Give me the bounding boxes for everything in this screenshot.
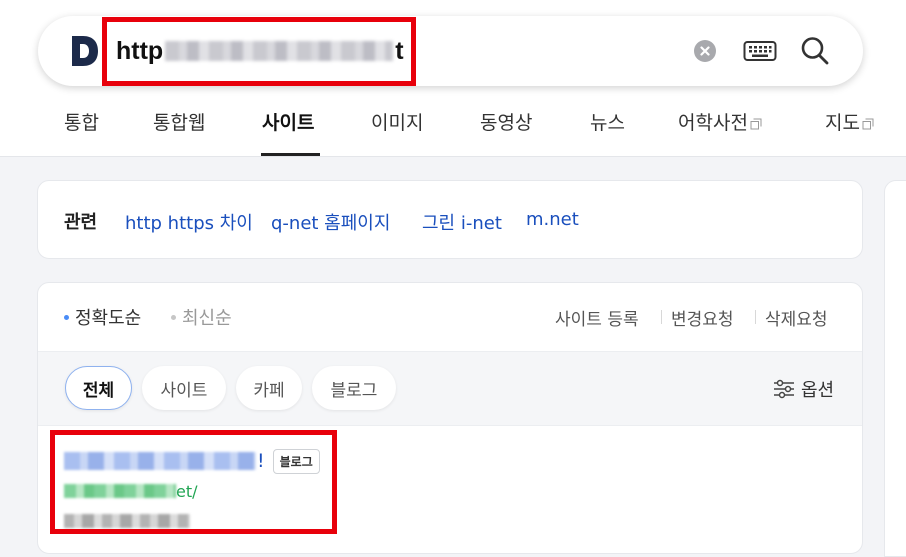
search-icon[interactable] <box>800 35 830 67</box>
keyboard-icon[interactable] <box>743 40 777 62</box>
result-url[interactable]: et/ <box>64 480 198 502</box>
keyboard-glyph <box>743 41 777 61</box>
clear-icon[interactable] <box>694 40 716 62</box>
close-icon <box>700 46 710 56</box>
sort-row: 정확도순 최신순 사이트 등록 변경요청 삭제요청 <box>38 283 862 351</box>
chip-all[interactable]: 전체 <box>65 366 132 410</box>
filter-row: 전체 사이트 카페 블로그 옵션 <box>38 351 862 426</box>
related-link[interactable]: m.net <box>526 209 579 230</box>
related-searches-card: 관련 http https 차이 q-net 홈페이지 그린 i-net m.n… <box>37 180 863 259</box>
delete-request-link[interactable]: 삭제요청 <box>765 305 828 330</box>
result-url-end: et/ <box>176 481 198 501</box>
tab-map-label: 지도 <box>825 112 860 134</box>
site-register-link[interactable]: 사이트 등록 <box>555 305 639 330</box>
sort-recent-label: 최신순 <box>182 308 232 329</box>
query-prefix: http <box>116 36 164 65</box>
tab-integrated[interactable]: 통합 <box>64 108 99 135</box>
results-card: 정확도순 최신순 사이트 등록 변경요청 삭제요청 전체 사이트 카페 블로그 … <box>37 282 863 554</box>
tab-videos[interactable]: 동영상 <box>480 108 532 135</box>
query-suffix: t <box>395 36 404 65</box>
external-window-icon <box>862 118 874 130</box>
related-link[interactable]: q-net 홈페이지 <box>271 209 390 235</box>
external-window-icon <box>750 118 762 130</box>
redacted-url-text <box>64 484 176 498</box>
chip-cafe[interactable]: 카페 <box>236 366 302 410</box>
tab-integrated-web[interactable]: 통합웹 <box>153 108 205 135</box>
result-description <box>64 510 190 532</box>
active-dot <box>64 315 69 320</box>
daum-logo-icon <box>72 36 98 66</box>
redacted-description-text <box>64 514 190 528</box>
chip-blog[interactable]: 블로그 <box>312 366 396 410</box>
tab-images[interactable]: 이미지 <box>371 108 423 135</box>
blog-badge: 블로그 <box>272 448 320 474</box>
redacted-title-text <box>64 452 256 470</box>
options-sliders-icon <box>774 379 794 399</box>
result-title-end: ! <box>257 450 265 472</box>
tab-map[interactable]: 지도 <box>825 108 874 135</box>
active-tab-indicator <box>261 153 320 156</box>
related-label: 관련 <box>64 212 98 233</box>
change-request-link[interactable]: 변경요청 <box>671 305 734 330</box>
top-bar: http t 통합 통합웹 사이트 이미지 동영상 뉴스 어학사전 지도 <box>0 0 906 157</box>
redacted-query-text <box>165 41 394 61</box>
daum-logo[interactable] <box>68 34 100 68</box>
divider <box>755 310 756 324</box>
tab-site[interactable]: 사이트 <box>262 108 314 135</box>
tab-dictionary-label: 어학사전 <box>678 112 748 134</box>
sort-recent[interactable]: 최신순 <box>171 304 232 330</box>
tab-news[interactable]: 뉴스 <box>590 108 625 135</box>
divider <box>661 310 662 324</box>
related-link[interactable]: 그린 i-net <box>422 209 502 235</box>
sort-accuracy-label: 정확도순 <box>75 308 142 329</box>
result-item: ! 블로그 et/ <box>38 426 862 553</box>
chip-site[interactable]: 사이트 <box>142 366 226 410</box>
sort-accuracy[interactable]: 정확도순 <box>64 304 141 330</box>
search-tabs: 통합 통합웹 사이트 이미지 동영상 뉴스 어학사전 지도 <box>0 100 906 157</box>
result-title[interactable]: ! 블로그 <box>64 448 320 474</box>
inactive-dot <box>171 315 176 320</box>
options-button[interactable]: 옵션 <box>773 376 834 402</box>
right-panel-edge <box>884 180 906 557</box>
options-label: 옵션 <box>801 380 835 401</box>
tab-dictionary[interactable]: 어학사전 <box>678 108 762 135</box>
related-link[interactable]: http https 차이 <box>125 209 253 235</box>
search-box: http t <box>38 16 863 86</box>
search-input[interactable]: http t <box>116 33 404 69</box>
magnifier-glyph <box>801 37 829 65</box>
